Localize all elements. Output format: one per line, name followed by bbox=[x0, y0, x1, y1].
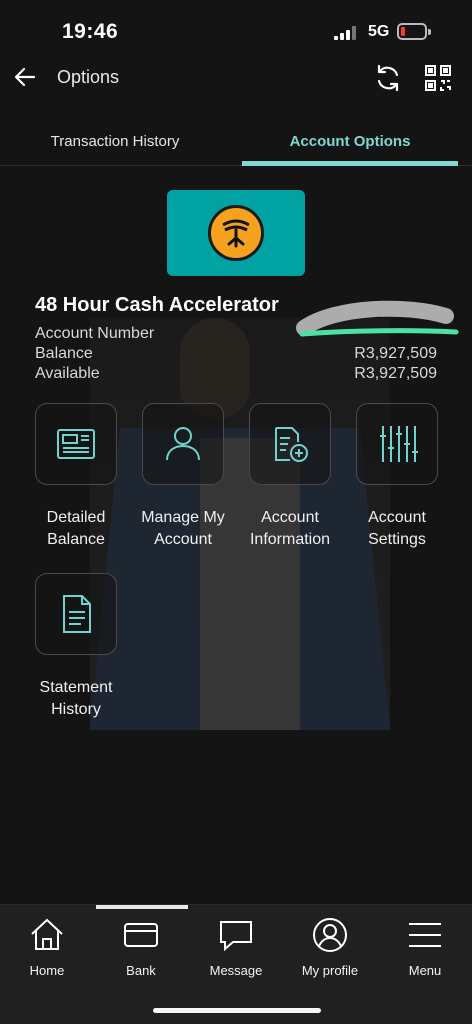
detailed-balance-icon bbox=[35, 403, 117, 485]
balance-label: Balance bbox=[35, 345, 93, 362]
nav-menu[interactable]: Menu bbox=[378, 915, 472, 978]
nav-message[interactable]: Message bbox=[189, 915, 283, 978]
statement-history-button[interactable]: Statement History bbox=[23, 573, 129, 721]
nav-message-label: Message bbox=[209, 963, 263, 978]
nav-my-profile-label: My profile bbox=[301, 963, 359, 978]
statement-document-icon bbox=[35, 573, 117, 655]
bottom-nav: Home Bank Message My profile Menu bbox=[0, 904, 472, 1024]
back-arrow-icon[interactable] bbox=[10, 62, 40, 92]
account-information-icon bbox=[249, 403, 331, 485]
nav-bank-label: Bank bbox=[126, 963, 156, 978]
tab-transaction-history[interactable]: Transaction History bbox=[0, 120, 230, 166]
active-tab-indicator bbox=[242, 161, 458, 166]
account-name: 48 Hour Cash Accelerator bbox=[35, 294, 279, 316]
account-information-button[interactable]: Account Information bbox=[237, 403, 343, 551]
status-bar: 19:46 5G bbox=[0, 0, 472, 62]
home-indicator bbox=[153, 1008, 321, 1013]
menu-icon bbox=[405, 915, 445, 955]
refresh-icon[interactable] bbox=[372, 62, 404, 94]
statement-history-label: Statement History bbox=[39, 679, 113, 718]
message-icon bbox=[216, 915, 256, 955]
nav-my-profile[interactable]: My profile bbox=[283, 915, 377, 978]
active-nav-indicator bbox=[96, 905, 188, 909]
profile-icon bbox=[310, 915, 350, 955]
available-value: R3,927,509 bbox=[354, 365, 437, 382]
page-title: Options bbox=[57, 67, 120, 87]
battery-icon bbox=[397, 23, 431, 40]
tab-bar: Transaction History Account Options bbox=[0, 120, 472, 166]
account-information-label: Account Information bbox=[249, 509, 331, 548]
settings-sliders-icon bbox=[356, 403, 438, 485]
tree-logo-icon bbox=[208, 205, 264, 261]
bank-card-icon bbox=[121, 915, 161, 955]
nav-bank[interactable]: Bank bbox=[94, 915, 188, 978]
nav-home-label: Home bbox=[29, 963, 65, 978]
nav-home[interactable]: Home bbox=[0, 915, 94, 978]
tab-account-options[interactable]: Account Options bbox=[242, 120, 458, 166]
balance-value: R3,927,509 bbox=[354, 345, 437, 362]
header: Options bbox=[0, 56, 472, 100]
signal-icon bbox=[334, 26, 358, 40]
detailed-balance-label: Detailed Balance bbox=[46, 509, 106, 548]
account-settings-button[interactable]: Account Settings bbox=[344, 403, 450, 551]
available-label: Available bbox=[35, 365, 100, 382]
status-time: 19:46 bbox=[62, 20, 119, 43]
nav-menu-label: Menu bbox=[408, 963, 442, 978]
manage-account-button[interactable]: Manage My Account bbox=[130, 403, 236, 551]
account-number-label: Account Number bbox=[35, 325, 155, 342]
manage-account-label: Manage My Account bbox=[141, 509, 225, 548]
detailed-balance-button[interactable]: Detailed Balance bbox=[23, 403, 129, 551]
home-icon bbox=[27, 915, 67, 955]
redacted-account-number bbox=[296, 300, 462, 342]
qr-code-icon[interactable] bbox=[424, 64, 452, 92]
network-type: 5G bbox=[368, 23, 390, 40]
bank-logo bbox=[167, 190, 305, 276]
manage-account-icon bbox=[142, 403, 224, 485]
account-settings-label: Account Settings bbox=[368, 509, 426, 548]
